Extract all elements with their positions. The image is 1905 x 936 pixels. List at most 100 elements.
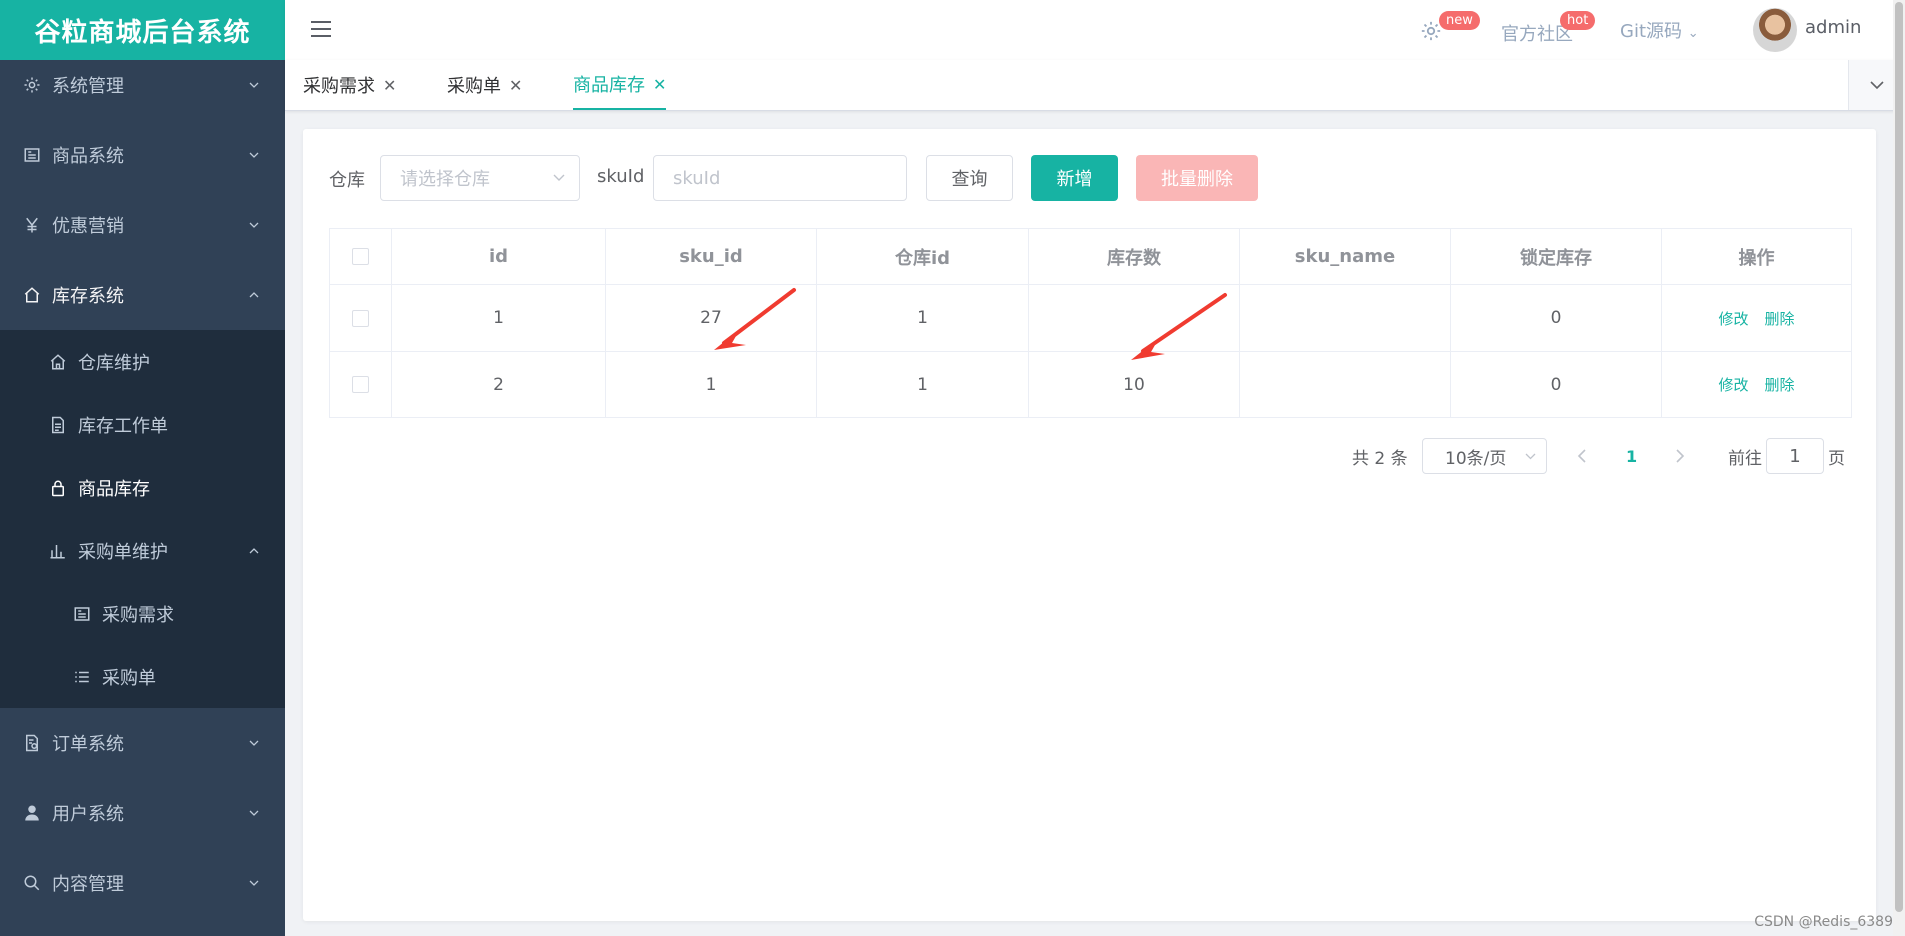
add-button[interactable]: 新增 (1031, 155, 1118, 201)
sidebar-item-coupon[interactable]: 优惠营销 (0, 190, 285, 260)
column-header[interactable]: sku_name (1240, 229, 1451, 284)
sidebar-item-product[interactable]: 商品系统 (0, 120, 285, 190)
row-checkbox[interactable] (352, 309, 369, 327)
skuid-label: skuId (597, 166, 645, 187)
tab-purchase-demand[interactable]: 采购需求 ✕ (303, 60, 396, 110)
edit-link[interactable]: 修改 (1718, 374, 1748, 395)
sidebar-item-purchase[interactable]: 采购单维护 (0, 519, 285, 582)
chevron-down-icon (249, 810, 259, 816)
sidebar-item-label: 内容管理 (52, 874, 124, 895)
sidebar-item-content[interactable]: 内容管理 (0, 848, 285, 918)
chevron-down-icon (249, 152, 259, 158)
yen-icon (22, 215, 42, 235)
house-icon (48, 352, 68, 372)
goto-prefix: 前往 (1728, 448, 1762, 469)
column-header: 操作 (1738, 247, 1775, 269)
table-row: 1 27 1 0 修改 删除 (330, 285, 1851, 352)
sidebar-item-label: 采购单维护 (78, 541, 168, 563)
bar-chart-icon (48, 541, 68, 561)
goto-suffix: 页 (1828, 448, 1845, 469)
goto-page-input[interactable]: 1 (1766, 438, 1824, 474)
sidebar-item-system[interactable]: 系统管理 (0, 50, 285, 120)
sidebar-item-label: 优惠营销 (52, 216, 124, 237)
sidebar-item-label: 商品系统 (52, 146, 124, 167)
stock-table: id sku_id 仓库id 库存数 sku_name 锁定库存 操作 1 27… (329, 228, 1852, 418)
scrollbar-thumb[interactable] (1895, 2, 1903, 912)
sidebar-item-label: 仓库维护 (78, 352, 150, 374)
chevron-down-icon (249, 880, 259, 886)
chevron-down-icon (1525, 453, 1536, 460)
chevron-down-icon (249, 740, 259, 746)
navbar: new 官方社区 hot Git源码 ⌄ admin (285, 0, 1905, 60)
sidebar-item-product-stock[interactable]: 商品库存 (0, 456, 285, 519)
order-icon (22, 733, 42, 753)
sidebar-item-user[interactable]: 用户系统 (0, 778, 285, 848)
column-header[interactable]: 锁定库存 (1451, 229, 1662, 284)
batch-delete-button[interactable]: 批量删除 (1136, 155, 1258, 201)
sidebar-item-stock-task[interactable]: 库存工作单 (0, 393, 285, 456)
page-size-select[interactable]: 10条/页 (1422, 438, 1547, 474)
hamburger-icon[interactable] (311, 20, 331, 38)
hot-badge: hot (1560, 11, 1596, 30)
user-icon (22, 803, 42, 823)
list-icon (72, 667, 92, 687)
close-icon[interactable]: ✕ (653, 75, 666, 94)
search-icon (22, 873, 42, 893)
picture-icon (72, 604, 92, 624)
cell-actions: 修改 删除 (1662, 285, 1851, 351)
chevron-down-icon (1870, 81, 1884, 90)
new-badge: new (1439, 11, 1480, 30)
column-header[interactable]: 仓库id (817, 229, 1029, 284)
gear-icon (22, 75, 42, 95)
git-source-dropdown[interactable]: Git源码 ⌄ (1620, 17, 1699, 43)
close-icon[interactable]: ✕ (509, 76, 522, 95)
chevron-down-icon (249, 82, 259, 88)
username[interactable]: admin (1805, 17, 1861, 38)
sidebar-item-purchase-demand[interactable]: 采购需求 (0, 582, 285, 645)
table-header: id sku_id 仓库id 库存数 sku_name 锁定库存 操作 (330, 229, 1851, 285)
sidebar-item-label: 采购需求 (102, 604, 174, 626)
delete-link[interactable]: 删除 (1765, 308, 1795, 329)
scrollbar[interactable] (1893, 0, 1905, 936)
sidebar-item-order[interactable]: 订单系统 (0, 708, 285, 778)
tab-label: 商品库存 (573, 75, 645, 96)
sidebar-item-purchase-order[interactable]: 采购单 (0, 645, 285, 708)
select-all-checkbox[interactable] (352, 248, 369, 265)
warehouse-select[interactable]: 请选择仓库 (380, 155, 580, 201)
cell-sku-id: 1 (606, 352, 817, 417)
row-checkbox[interactable] (352, 376, 369, 393)
column-header[interactable]: id (392, 229, 606, 284)
sidebar-menu: 系统管理 商品系统 优惠营销 库存系统 仓库维护 库存工作单 商品库存 采购单维… (0, 50, 285, 918)
next-page-icon[interactable] (1675, 449, 1685, 463)
tab-product-stock[interactable]: 商品库存 ✕ (573, 60, 667, 110)
pagination-total: 共 2 条 (1352, 448, 1408, 469)
cell-id: 1 (392, 285, 606, 351)
annotation-arrow (1131, 293, 1227, 360)
page-number-current[interactable]: 1 (1626, 438, 1637, 474)
sidebar-item-label: 库存工作单 (78, 415, 168, 437)
tab-purchase-order[interactable]: 采购单 ✕ (447, 60, 522, 110)
header-checkbox-cell (330, 229, 392, 284)
sidebar-item-warehouse[interactable]: 仓库维护 (0, 330, 285, 393)
skuid-placeholder: skuId (673, 167, 721, 189)
sidebar: 谷粒商城后台系统 系统管理 商品系统 优惠营销 库存系统 仓库维护 库存工作单 … (0, 0, 285, 936)
sidebar-item-label: 商品库存 (78, 478, 150, 500)
edit-link[interactable]: 修改 (1718, 308, 1748, 329)
skuid-input[interactable]: skuId (653, 155, 907, 201)
table-row: 2 1 1 10 0 修改 删除 (330, 352, 1851, 417)
chevron-down-icon (249, 222, 259, 228)
sidebar-item-inventory[interactable]: 库存系统 (0, 260, 285, 330)
close-icon[interactable]: ✕ (383, 76, 396, 95)
avatar[interactable] (1753, 8, 1797, 52)
prev-page-icon[interactable] (1577, 449, 1587, 463)
chevron-down-icon (553, 174, 565, 181)
cell-ware-id: 1 (817, 352, 1029, 417)
tab-label: 采购单 (447, 76, 501, 97)
sidebar-item-label: 订单系统 (52, 734, 124, 755)
column-header[interactable]: sku_id (606, 229, 817, 284)
chevron-up-icon (249, 292, 259, 298)
delete-link[interactable]: 删除 (1765, 374, 1795, 395)
column-header[interactable]: 库存数 (1029, 229, 1240, 284)
query-button[interactable]: 查询 (926, 155, 1013, 201)
sidebar-item-label: 库存系统 (52, 286, 124, 307)
